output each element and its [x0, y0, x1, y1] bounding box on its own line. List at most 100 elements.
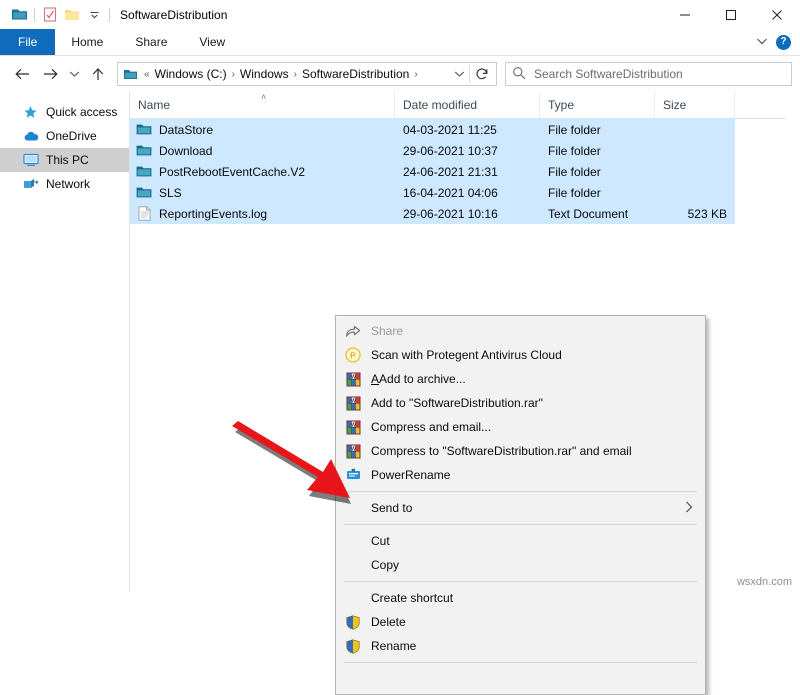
- breadcrumb-sep-0[interactable]: ›: [228, 69, 239, 80]
- qat-divider-2: [109, 8, 110, 22]
- file-date-cell: 24-06-2021 21:31: [395, 161, 540, 182]
- table-row[interactable]: PostRebootEventCache.V2 24-06-2021 21:31…: [130, 161, 735, 182]
- column-headers: Name Date modified Type Size ˄: [130, 92, 800, 119]
- context-menu-item-create-shortcut[interactable]: Create shortcut: [336, 586, 705, 610]
- powerrename-icon: [344, 466, 362, 484]
- file-size-cell: [655, 182, 735, 203]
- context-menu-item-properties[interactable]: [336, 667, 705, 691]
- context-menu-item-powerrename[interactable]: PowerRename: [336, 463, 705, 487]
- maximize-button[interactable]: [708, 0, 754, 29]
- tab-share[interactable]: Share: [119, 29, 183, 55]
- forward-button[interactable]: [36, 60, 64, 88]
- address-dropdown-chevron-icon[interactable]: [449, 70, 469, 78]
- context-menu-item-delete[interactable]: Delete: [336, 610, 705, 634]
- star-icon: [22, 104, 39, 121]
- file-date-cell: 04-03-2021 11:25: [395, 119, 540, 140]
- svg-text:P: P: [350, 350, 356, 360]
- navigation-bar: « Windows (C:) › Windows › SoftwareDistr…: [0, 56, 800, 92]
- table-row[interactable]: DataStore 04-03-2021 11:25 File folder: [130, 119, 735, 140]
- folder-icon: [136, 185, 152, 201]
- search-icon: [512, 66, 526, 83]
- sidebar-item-this-pc[interactable]: This PC: [0, 148, 129, 172]
- tab-view[interactable]: View: [183, 29, 241, 55]
- file-type-cell: File folder: [540, 140, 655, 161]
- breadcrumb-overflow[interactable]: «: [140, 69, 154, 80]
- file-name-cell: ReportingEvents.log: [130, 203, 395, 224]
- cut-placeholder-icon: [344, 532, 362, 550]
- vertical-scrollbar[interactable]: [786, 92, 800, 592]
- table-row[interactable]: Download 29-06-2021 10:37 File folder: [130, 140, 735, 161]
- breadcrumb-item-2[interactable]: SoftwareDistribution: [301, 67, 410, 81]
- close-button[interactable]: [754, 0, 800, 29]
- customize-qat-chevron-icon[interactable]: [83, 4, 105, 26]
- sidebar-item-label: Quick access: [46, 105, 117, 119]
- context-menu-item-compress-to-rar-and-email[interactable]: W Compress to "SoftwareDistribution.rar"…: [336, 439, 705, 463]
- file-size-cell: [655, 140, 735, 161]
- context-menu-item-label: Create shortcut: [371, 591, 453, 605]
- up-button[interactable]: [84, 60, 112, 88]
- context-menu-separator: [344, 662, 697, 663]
- context-menu-item-label: Add to "SoftwareDistribution.rar": [371, 396, 543, 410]
- context-menu-item-label: Send to: [371, 501, 412, 515]
- ribbon-tab-bar: File Home Share View ?: [0, 29, 800, 56]
- file-name-label: DataStore: [159, 123, 213, 137]
- context-menu-item-add-to-rar[interactable]: W Add to "SoftwareDistribution.rar": [336, 391, 705, 415]
- context-menu-item-label: PowerRename: [371, 468, 450, 482]
- context-menu-item-add-to-archive[interactable]: W AAdd to archive...: [336, 367, 705, 391]
- file-name-label: Download: [159, 144, 212, 158]
- context-menu-item-label: Share: [371, 324, 403, 338]
- context-menu-item-send-to[interactable]: Send to: [336, 496, 705, 520]
- context-menu-item-cut[interactable]: Cut: [336, 529, 705, 553]
- tab-file[interactable]: File: [0, 29, 55, 55]
- chevron-right-icon: [685, 501, 693, 516]
- context-menu-item-rename[interactable]: Rename: [336, 634, 705, 658]
- refresh-icon[interactable]: [470, 67, 494, 81]
- file-name-cell: SLS: [130, 182, 395, 203]
- search-input[interactable]: Search SoftwareDistribution: [534, 67, 683, 81]
- table-row[interactable]: ReportingEvents.log 29-06-2021 10:16 Tex…: [130, 203, 735, 224]
- cloud-icon: [22, 128, 39, 145]
- breadcrumb-item-1[interactable]: Windows: [239, 67, 290, 81]
- folder-icon: [136, 122, 152, 138]
- context-menu-item-copy[interactable]: Copy: [336, 553, 705, 577]
- column-header-size[interactable]: Size: [655, 92, 735, 118]
- column-header-type[interactable]: Type: [540, 92, 655, 118]
- help-icon[interactable]: ?: [776, 35, 791, 50]
- collapse-ribbon-chevron-icon[interactable]: [756, 35, 768, 49]
- file-type-cell: File folder: [540, 182, 655, 203]
- protegent-icon: P: [344, 346, 362, 364]
- address-folder-icon: [120, 68, 140, 81]
- monitor-icon: [22, 152, 39, 169]
- file-name-label: SLS: [159, 186, 182, 200]
- table-row[interactable]: SLS 16-04-2021 04:06 File folder: [130, 182, 735, 203]
- minimize-button[interactable]: [662, 0, 708, 29]
- share-icon: [344, 322, 362, 340]
- context-menu-item-compress-and-email[interactable]: W Compress and email...: [336, 415, 705, 439]
- explorer-content: Quick access OneDrive This PC: [0, 92, 800, 592]
- context-menu-separator: [344, 524, 697, 525]
- new-folder-icon[interactable]: [61, 4, 83, 26]
- sidebar-item-quick-access[interactable]: Quick access: [0, 100, 129, 124]
- sidebar-item-onedrive[interactable]: OneDrive: [0, 124, 129, 148]
- file-size-cell: 523 KB: [655, 203, 735, 224]
- file-date-cell: 16-04-2021 04:06: [395, 182, 540, 203]
- breadcrumb-item-0[interactable]: Windows (C:): [154, 67, 228, 81]
- address-bar[interactable]: « Windows (C:) › Windows › SoftwareDistr…: [117, 62, 497, 86]
- column-header-date-modified[interactable]: Date modified: [395, 92, 540, 118]
- properties-icon[interactable]: [39, 4, 61, 26]
- sidebar-item-network[interactable]: Network: [0, 172, 129, 196]
- recent-locations-chevron-icon[interactable]: [64, 60, 84, 88]
- uac-shield-icon: [344, 637, 362, 655]
- context-menu-item-share[interactable]: Share: [336, 319, 705, 343]
- back-button[interactable]: [8, 60, 36, 88]
- breadcrumb-sep-2[interactable]: ›: [410, 69, 421, 80]
- sidebar-item-label: Network: [46, 177, 90, 191]
- winrar-icon: W: [344, 442, 362, 460]
- breadcrumb-sep-1[interactable]: ›: [290, 69, 301, 80]
- search-box[interactable]: Search SoftwareDistribution: [505, 62, 792, 86]
- text-file-icon: [136, 206, 152, 222]
- window-controls: [662, 0, 800, 29]
- ribbon-right-controls: ?: [756, 29, 796, 55]
- context-menu-item-scan-protegent[interactable]: P Scan with Protegent Antivirus Cloud: [336, 343, 705, 367]
- tab-home[interactable]: Home: [55, 29, 119, 55]
